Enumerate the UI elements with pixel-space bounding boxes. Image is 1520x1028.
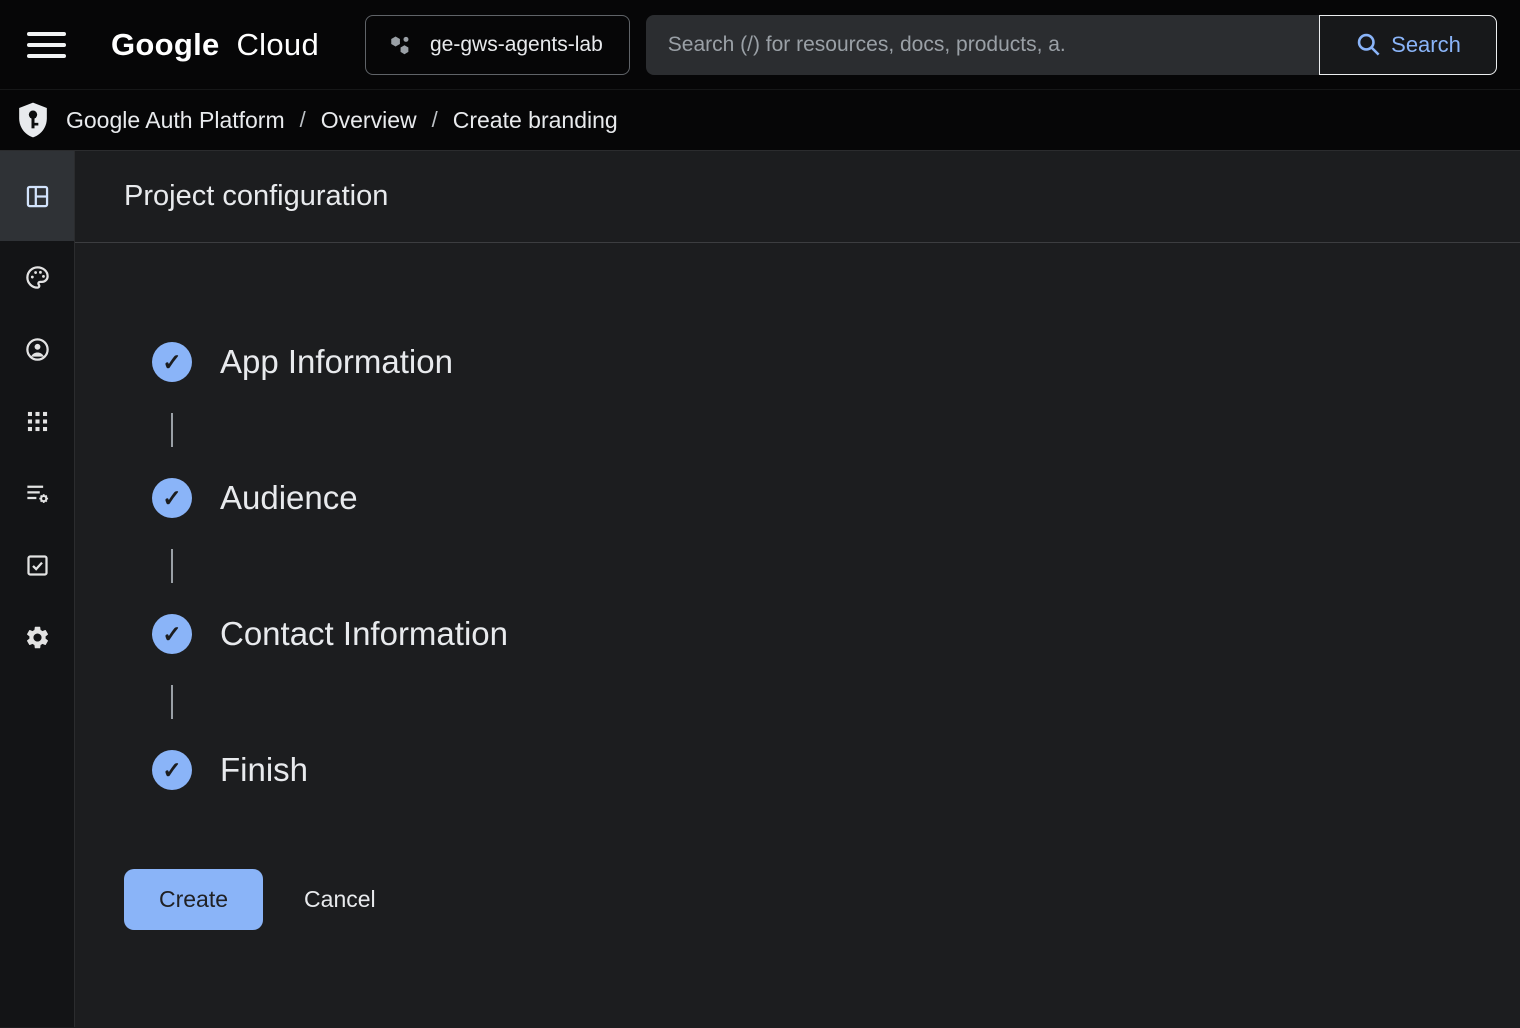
- breadcrumb-item-overview[interactable]: Overview: [321, 107, 417, 134]
- google-cloud-logo: Google Cloud: [111, 27, 319, 63]
- search-icon: [1355, 31, 1382, 58]
- checkbox-icon: [24, 552, 51, 579]
- logo-cloud-text: Cloud: [237, 27, 320, 62]
- check-icon: ✓: [162, 757, 181, 784]
- gear-icon: [24, 624, 51, 651]
- sidebar-item-clients[interactable]: [0, 385, 74, 457]
- project-hexagons-icon: [388, 32, 414, 58]
- step-label: App Information: [220, 343, 453, 381]
- step-complete-check-icon: ✓: [152, 342, 192, 382]
- configuration-stepper: ✓ App Information ✓ Audience ✓ Contact I…: [75, 243, 1520, 790]
- breadcrumb-item-auth-platform[interactable]: Google Auth Platform: [66, 107, 285, 134]
- person-icon: [24, 336, 51, 363]
- step-audience: ✓ Audience: [152, 478, 1520, 518]
- create-button[interactable]: Create: [124, 869, 263, 930]
- step-connector: [171, 549, 173, 583]
- left-nav-sidebar: [0, 151, 75, 1027]
- sidebar-item-overview[interactable]: [0, 151, 74, 241]
- project-selector-label: ge-gws-agents-lab: [430, 33, 603, 57]
- search-button-label: Search: [1391, 32, 1461, 58]
- step-complete-check-icon: ✓: [152, 478, 192, 518]
- step-label: Finish: [220, 751, 308, 789]
- main-content: Project configuration ✓ App Information …: [75, 151, 1520, 1027]
- content-header: Project configuration: [75, 151, 1520, 243]
- logo-google-text: Google: [111, 27, 220, 62]
- sidebar-item-verification[interactable]: [0, 529, 74, 601]
- top-header: Google Cloud ge-gws-agents-lab Search: [0, 0, 1520, 90]
- list-gear-icon: [24, 480, 51, 507]
- palette-icon: [24, 264, 51, 291]
- check-icon: ✓: [162, 485, 181, 512]
- search-bar: Search: [646, 15, 1497, 75]
- sidebar-item-audience[interactable]: [0, 313, 74, 385]
- step-label: Audience: [220, 479, 358, 517]
- page-title: Project configuration: [124, 180, 388, 213]
- step-contact-information: ✓ Contact Information: [152, 614, 1520, 654]
- form-actions: Create Cancel: [124, 869, 1520, 930]
- cancel-button[interactable]: Cancel: [304, 886, 376, 913]
- hamburger-menu-icon[interactable]: [27, 28, 71, 62]
- sidebar-item-data-access[interactable]: [0, 457, 74, 529]
- sidebar-item-branding[interactable]: [0, 241, 74, 313]
- search-button[interactable]: Search: [1319, 15, 1497, 75]
- apps-grid-icon: [24, 408, 51, 435]
- breadcrumb-item-create-branding: Create branding: [453, 107, 618, 134]
- breadcrumb: Google Auth Platform / Overview / Create…: [0, 90, 1520, 151]
- breadcrumb-separator: /: [432, 107, 438, 133]
- check-icon: ✓: [162, 349, 181, 376]
- step-connector: [171, 685, 173, 719]
- sidebar-item-settings[interactable]: [0, 601, 74, 673]
- dashboard-icon: [24, 183, 51, 210]
- step-label: Contact Information: [220, 615, 508, 653]
- step-complete-check-icon: ✓: [152, 614, 192, 654]
- step-finish: ✓ Finish: [152, 750, 1520, 790]
- search-input[interactable]: [646, 15, 1319, 75]
- step-complete-check-icon: ✓: [152, 750, 192, 790]
- check-icon: ✓: [162, 621, 181, 648]
- step-connector: [171, 413, 173, 447]
- project-selector[interactable]: ge-gws-agents-lab: [365, 15, 630, 75]
- step-app-information: ✓ App Information: [152, 342, 1520, 382]
- auth-platform-shield-key-icon: [13, 100, 53, 140]
- breadcrumb-separator: /: [300, 107, 306, 133]
